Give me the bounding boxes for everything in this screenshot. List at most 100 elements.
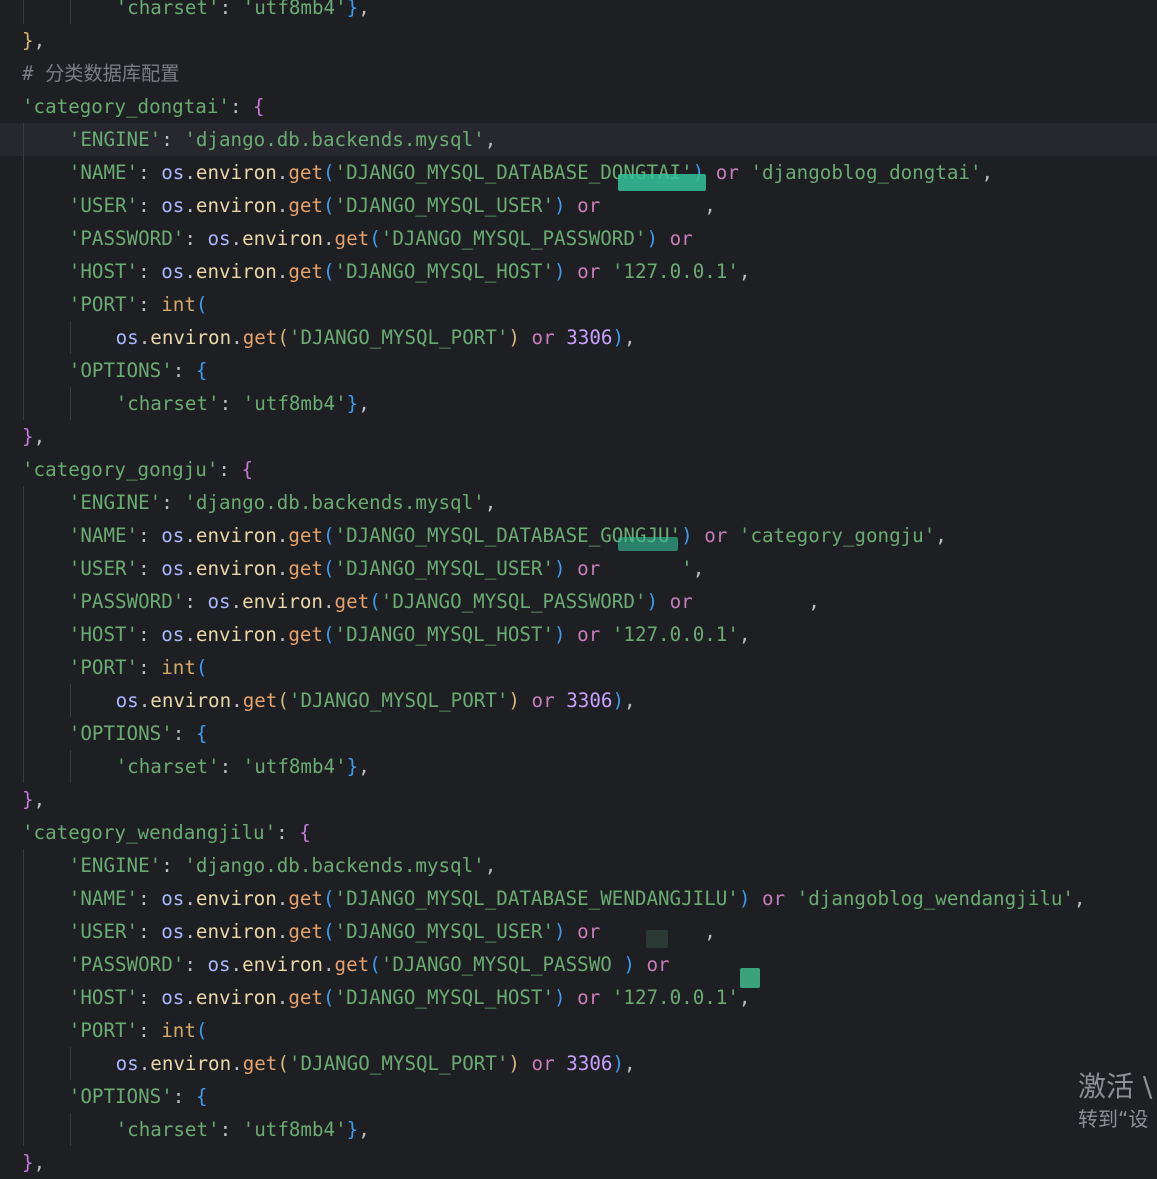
code-token: 'django.db.backends.mysql': [184, 854, 485, 877]
code-token: ): [611, 953, 635, 976]
code-line[interactable]: 'PORT': int(: [0, 1014, 1157, 1047]
code-token: 'category_wendangjilu': [22, 821, 277, 844]
code-token: {: [253, 95, 265, 118]
code-line[interactable]: 'category_gongju': {: [0, 453, 1157, 486]
code-line[interactable]: 'OPTIONS': {: [0, 1080, 1157, 1113]
code-line[interactable]: 'OPTIONS': {: [0, 717, 1157, 750]
indent-guide: [23, 618, 24, 651]
code-token: .: [231, 326, 243, 349]
code-token: (: [322, 887, 335, 910]
code-token: os: [161, 524, 185, 547]
code-token: get: [288, 623, 323, 646]
code-line[interactable]: 'OPTIONS': {: [0, 354, 1157, 387]
code-line[interactable]: 'PASSWORD': os.environ.get('DJANGO_MYSQL…: [0, 222, 1157, 255]
code-line[interactable]: os.environ.get('DJANGO_MYSQL_PORT') or 3…: [0, 684, 1157, 717]
code-line[interactable]: 'HOST': os.environ.get('DJANGO_MYSQL_HOS…: [0, 255, 1157, 288]
code-line[interactable]: 'PASSWORD': os.environ.get('DJANGO_MYSQL…: [0, 948, 1157, 981]
code-line[interactable]: 'charset': 'utf8mb4'},: [0, 0, 1157, 24]
code-line[interactable]: 'PORT': int(: [0, 288, 1157, 321]
code-token: (: [322, 260, 335, 283]
code-token: or: [646, 953, 670, 976]
code-line[interactable]: 'ENGINE': 'django.db.backends.mysql',: [0, 486, 1157, 519]
code-token: ,: [738, 260, 751, 283]
code-line[interactable]: },: [0, 420, 1157, 453]
code-line[interactable]: },: [0, 1146, 1157, 1179]
code-line[interactable]: 'PASSWORD': os.environ.get('DJANGO_MYSQL…: [0, 585, 1157, 618]
redaction-mark: [618, 174, 706, 191]
code-token: {: [241, 458, 254, 481]
code-token: 'PORT': [68, 1019, 139, 1042]
code-token: ,: [935, 524, 947, 547]
code-token: ): [646, 590, 659, 613]
indent-guide: [23, 222, 24, 255]
code-token: os: [161, 623, 185, 646]
code-token: }: [346, 1118, 359, 1141]
code-line[interactable]: 'NAME': os.environ.get('DJANGO_MYSQL_DAT…: [0, 156, 1157, 189]
code-line[interactable]: 'PORT': int(: [0, 651, 1157, 684]
code-token: ': [681, 557, 693, 580]
code-token: environ: [242, 590, 323, 613]
code-token: 'USER': [68, 920, 139, 943]
code-token: or: [577, 194, 601, 217]
code-token: or: [577, 557, 601, 580]
code-line[interactable]: os.environ.get('DJANGO_MYSQL_PORT') or 3…: [0, 321, 1157, 354]
code-line[interactable]: 'USER': os.environ.get('DJANGO_MYSQL_USE…: [0, 915, 1157, 948]
code-token: 'OPTIONS': [68, 722, 173, 745]
indent-guide: [69, 321, 71, 354]
code-token: environ: [150, 1052, 232, 1075]
code-line[interactable]: 'ENGINE': 'django.db.backends.mysql',: [0, 123, 1157, 156]
code-token: :: [172, 722, 196, 745]
code-line[interactable]: # 分类数据库配置: [0, 57, 1157, 90]
code-token: get: [288, 161, 323, 184]
code-line[interactable]: 'NAME': os.environ.get('DJANGO_MYSQL_DAT…: [0, 882, 1157, 915]
code-editor[interactable]: 'charset': 'utf8mb4'},}, # 分类数据库配置'catego…: [0, 0, 1157, 1174]
code-line[interactable]: 'category_wendangjilu': {: [0, 816, 1157, 849]
code-line[interactable]: 'charset': 'utf8mb4'},: [0, 750, 1157, 783]
code-token: 'USER': [68, 557, 139, 580]
code-line[interactable]: 'charset': 'utf8mb4'},: [0, 387, 1157, 420]
code-token: (: [322, 161, 335, 184]
code-line[interactable]: 'HOST': os.environ.get('DJANGO_MYSQL_HOS…: [0, 981, 1157, 1014]
indent-guide: [69, 684, 71, 717]
code-token: (: [322, 623, 335, 646]
indent-guide: [23, 882, 24, 915]
code-token: ,: [600, 194, 716, 217]
code-line[interactable]: os.environ.get('DJANGO_MYSQL_PORT') or 3…: [0, 1047, 1157, 1080]
code-token: ,: [33, 1151, 46, 1174]
code-line[interactable]: 'USER': os.environ.get('DJANGO_MYSQL_USE…: [0, 189, 1157, 222]
code-line[interactable]: 'charset': 'utf8mb4'},: [0, 1113, 1157, 1146]
code-token: environ: [195, 260, 277, 283]
code-token: 3306: [566, 1052, 613, 1075]
code-line[interactable]: 'USER': os.environ.get('DJANGO_MYSQL_USE…: [0, 552, 1157, 585]
code-line[interactable]: 'HOST': os.environ.get('DJANGO_MYSQL_HOS…: [0, 618, 1157, 651]
code-token: .: [322, 953, 335, 976]
code-token: 'djangoblog_wendangjilu': [796, 887, 1074, 910]
code-token: os: [207, 953, 231, 976]
code-token: .: [276, 557, 289, 580]
code-line[interactable]: },: [0, 783, 1157, 816]
code-token: .: [184, 194, 196, 217]
code-token: get: [288, 524, 323, 547]
code-line[interactable]: 'ENGINE': 'django.db.backends.mysql',: [0, 849, 1157, 882]
code-token: }: [346, 0, 359, 19]
code-token: ,: [624, 1052, 636, 1075]
code-line[interactable]: 'category_dongtai': {: [0, 90, 1157, 123]
code-token: ,: [484, 491, 497, 514]
code-token: :: [219, 0, 243, 19]
code-line[interactable]: 'NAME': os.environ.get('DJANGO_MYSQL_DAT…: [0, 519, 1157, 552]
code-line[interactable]: },: [0, 24, 1157, 57]
indent-guide: [23, 255, 24, 288]
code-token: ): [612, 1052, 624, 1075]
code-token: 'PORT': [68, 656, 139, 679]
code-token: get: [242, 326, 278, 349]
watermark-title: 激活 \: [1078, 1070, 1153, 1103]
code-token: 'NAME': [68, 524, 139, 547]
